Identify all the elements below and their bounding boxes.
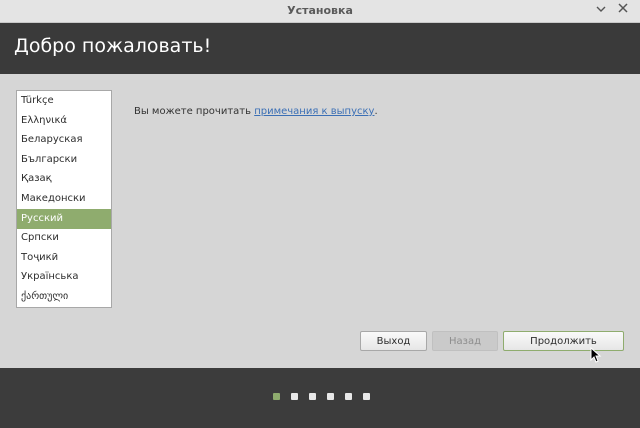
window-title: Установка xyxy=(287,4,353,17)
language-item[interactable]: ქართული xyxy=(17,287,111,307)
progress-step-dot xyxy=(273,393,280,400)
language-item[interactable]: Русский xyxy=(17,208,111,229)
language-item[interactable]: Тоҷикӣ xyxy=(17,248,111,268)
language-item[interactable]: Қазақ xyxy=(17,169,111,189)
progress-step-dot xyxy=(291,393,298,400)
back-button[interactable]: Назад xyxy=(432,331,498,351)
progress-step-dot xyxy=(327,393,334,400)
progress-step-dot xyxy=(345,393,352,400)
language-item[interactable]: Беларуская xyxy=(17,130,111,150)
language-item[interactable]: Български xyxy=(17,150,111,170)
minimize-icon[interactable] xyxy=(593,2,609,18)
quit-button[interactable]: Выход xyxy=(360,331,427,351)
continue-button[interactable]: Продолжить xyxy=(503,331,624,351)
release-notes-text: Вы можете прочитать примечания к выпуску… xyxy=(134,106,378,117)
release-notes-link[interactable]: примечания к выпуску xyxy=(254,106,374,117)
window-titlebar: Установка xyxy=(0,0,640,23)
language-item[interactable]: Türkçe xyxy=(17,91,111,111)
progress-step-dot xyxy=(309,393,316,400)
progress-footer xyxy=(0,368,640,428)
release-notes-suffix: . xyxy=(374,106,378,117)
language-item[interactable]: Македонски xyxy=(17,189,111,209)
page-title: Добро пожаловать! xyxy=(14,35,212,57)
main-content: Türkçe Ελληνικά Беларуская Български Қазақ Ма… xyxy=(0,74,640,368)
page-header: Добро пожаловать! xyxy=(0,23,640,74)
progress-step-dot xyxy=(363,393,370,400)
language-list[interactable]: Türkçe Ελληνικά Беларуская Български Қазақ Ма… xyxy=(16,90,112,308)
close-icon[interactable] xyxy=(615,2,631,18)
language-item[interactable]: Українська xyxy=(17,267,111,287)
language-item[interactable]: Српски xyxy=(17,228,111,248)
release-notes-prefix: Вы можете прочитать xyxy=(134,106,255,117)
language-item[interactable]: Ελληνικά xyxy=(17,111,111,131)
